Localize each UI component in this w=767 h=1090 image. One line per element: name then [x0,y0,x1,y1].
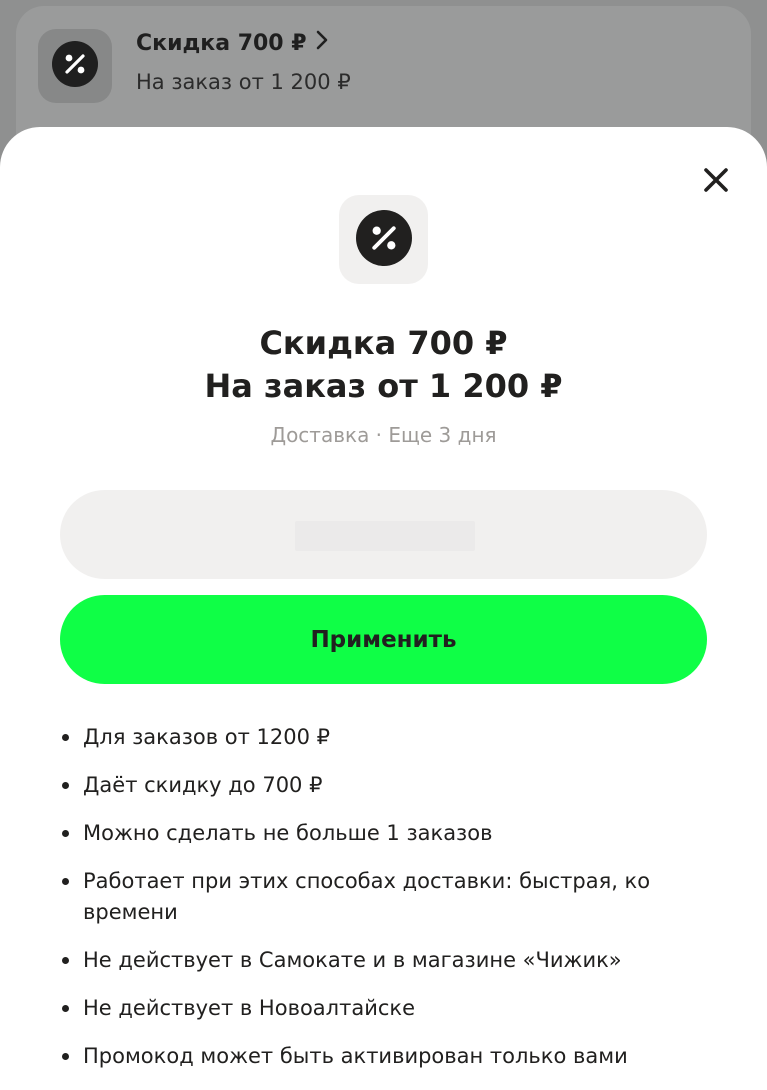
percent-icon [355,209,412,270]
percent-icon [52,41,98,91]
bullet-icon [62,830,69,837]
bullet-icon [62,878,69,885]
bullet-icon [62,957,69,964]
promo-meta: Доставка · Еще 3 дня [270,423,497,447]
condition-item: Не действует в Самокате и в магазине «Чи… [60,945,700,976]
condition-text: Можно сделать не больше 1 заказов [83,821,493,845]
promo-code-field[interactable] [60,490,711,581]
promo-conditions-list: Для заказов от 1200 ₽ Даёт скидку до 700… [60,722,700,1089]
condition-item: Промокод может быть активирован только в… [60,1041,700,1072]
promo-code-input[interactable] [60,490,711,581]
condition-text: Не действует в Новоалтайске [83,996,415,1020]
close-icon [703,167,729,197]
chevron-right-icon [315,30,329,56]
background-promo-icon-tile [38,29,112,103]
bullet-icon [62,734,69,741]
close-button[interactable] [696,162,736,202]
condition-item: Даёт скидку до 700 ₽ [60,770,700,801]
condition-text: Не действует в Самокате и в магазине «Чи… [83,948,622,972]
condition-text: Даёт скидку до 700 ₽ [83,773,323,797]
background-promo-subtitle: На заказ от 1 200 ₽ [136,70,351,94]
condition-item: Можно сделать не больше 1 заказов [60,818,700,849]
bullet-icon [62,1053,69,1060]
background-promo-title: Скидка 700 ₽ [136,30,307,56]
condition-text: Работает при этих способах доставки: быс… [83,869,651,924]
promo-subtitle: На заказ от 1 200 ₽ [204,367,563,405]
condition-item: Не действует в Новоалтайске [60,993,700,1024]
condition-item: Работает при этих способах доставки: быс… [60,866,700,928]
condition-text: Для заказов от 1200 ₽ [83,725,331,749]
apply-button[interactable]: Применить [60,595,707,684]
condition-item: Для заказов от 1200 ₽ [60,722,700,753]
background-promo-title-link: Скидка 700 ₽ [136,30,329,56]
bullet-icon [62,782,69,789]
promo-icon-tile [339,195,428,284]
promo-title: Скидка 700 ₽ [259,324,508,362]
bullet-icon [62,1005,69,1012]
condition-text: Промокод может быть активирован только в… [83,1044,628,1068]
